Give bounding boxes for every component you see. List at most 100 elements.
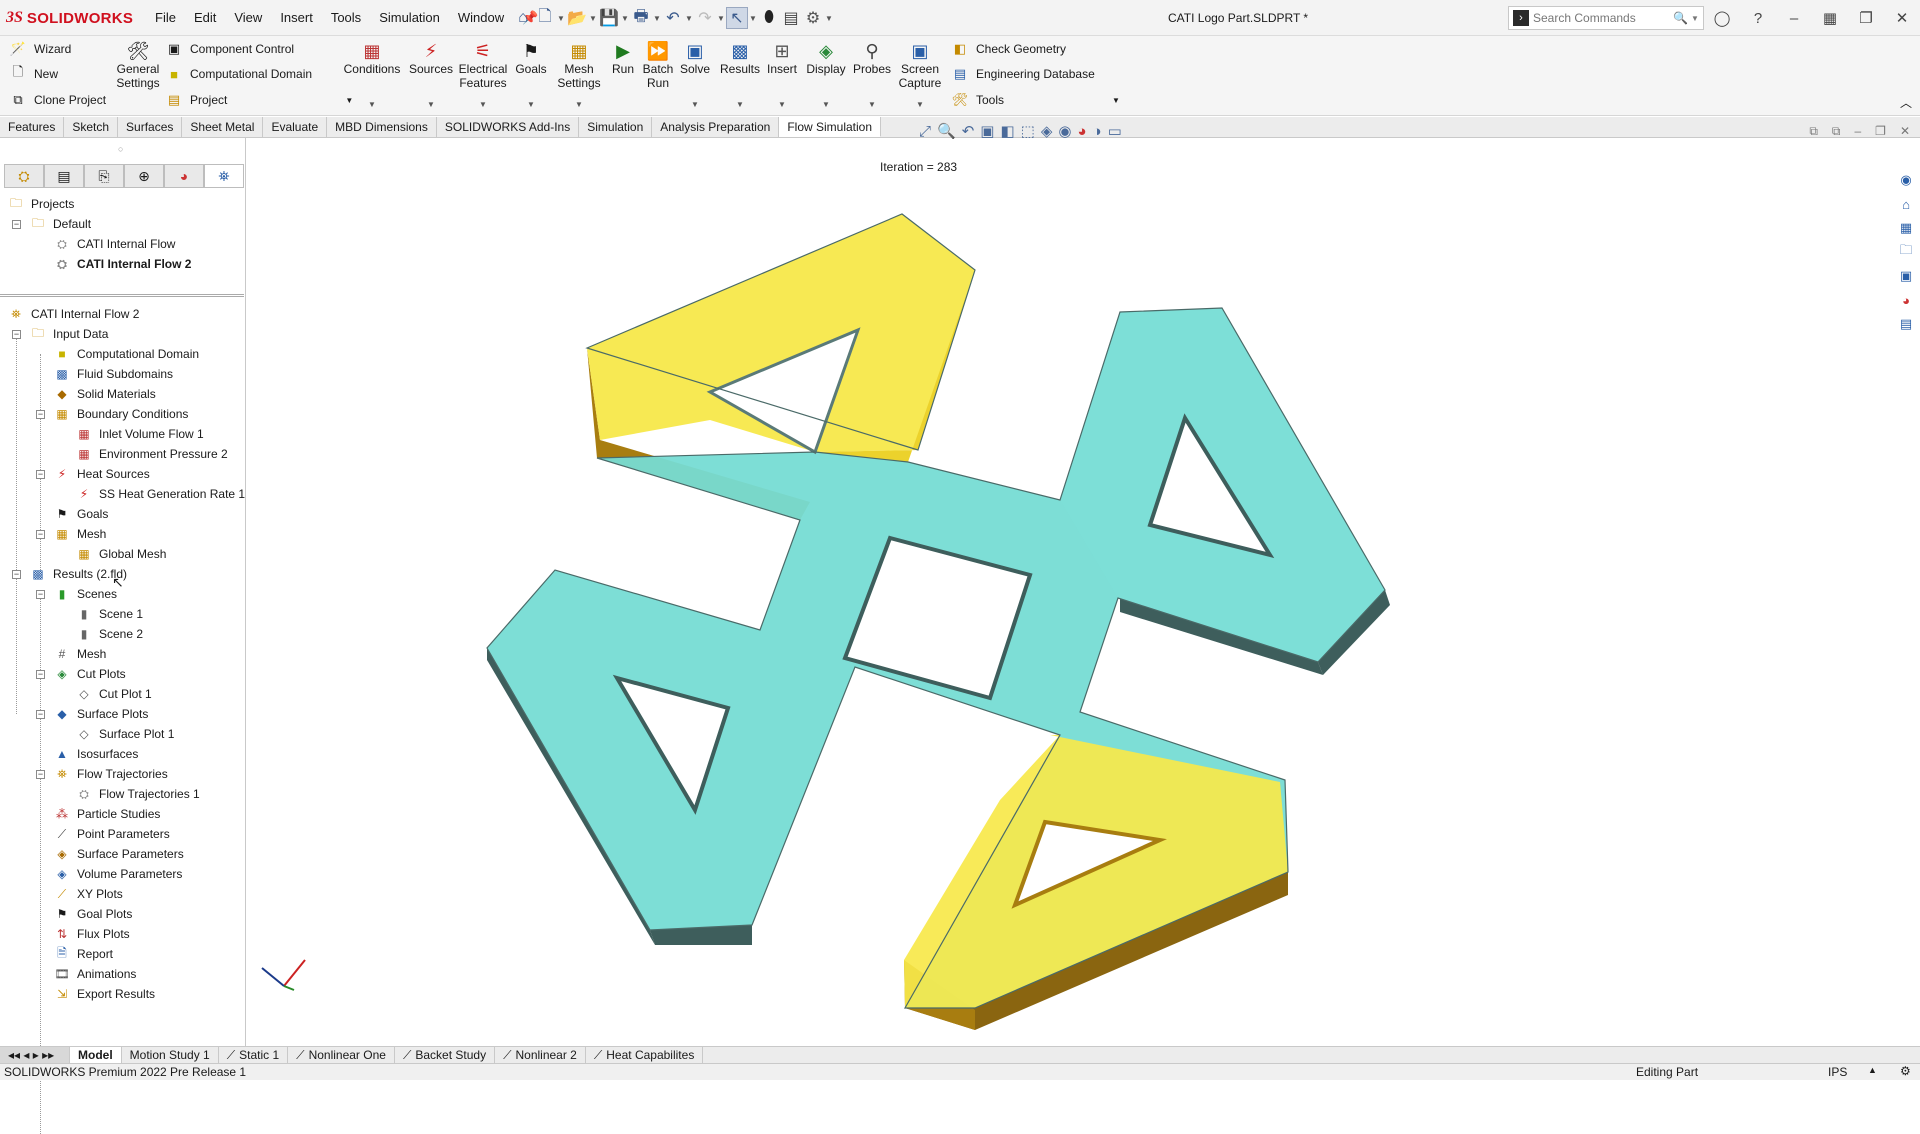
save-icon[interactable]: 💾 <box>598 7 620 29</box>
select-arrow-icon[interactable]: ↖ <box>726 7 748 29</box>
section-view-icon[interactable]: ▣ <box>980 122 994 140</box>
tree-projects[interactable]: 🗀 Projects <box>8 195 74 213</box>
tree-flux-plots[interactable]: ⇅ Flux Plots <box>54 925 130 943</box>
insert-button[interactable]: ⊞ Insert ▼ <box>764 40 800 109</box>
appearances-icon[interactable]: ◕ <box>1896 290 1916 310</box>
tree-scene-1[interactable]: ▮ Scene 1 <box>76 605 143 623</box>
chevron-down-icon[interactable]: ▼ <box>556 14 566 23</box>
undo-icon[interactable]: ↶ <box>662 7 684 29</box>
menu-tools[interactable]: Tools <box>322 10 370 26</box>
units-up-icon[interactable]: ▲ <box>1868 1065 1877 1075</box>
tab-mbd-dimensions[interactable]: MBD Dimensions <box>327 117 437 137</box>
tab-model[interactable]: Model <box>70 1047 122 1063</box>
tab-heat-capabilites[interactable]: ⟋ Heat Capabilites <box>586 1047 704 1063</box>
tab-nav-arrows[interactable]: ◂◂ ◂ ▸ ▸▸ <box>0 1047 70 1063</box>
new-document-icon[interactable]: 🗋 <box>534 7 556 29</box>
zoom-to-area-icon[interactable]: 🔍 <box>937 122 956 140</box>
redo-icon[interactable]: ↷ <box>694 7 716 29</box>
clone-project-button[interactable]: ⧉ Clone Project <box>10 92 106 108</box>
previous-view-icon[interactable]: ↶ <box>962 122 975 140</box>
tree-global-mesh[interactable]: ▦ Global Mesh <box>76 545 166 563</box>
menu-view[interactable]: View <box>225 10 271 26</box>
hide-show-items-icon[interactable]: ◉ <box>1058 122 1071 140</box>
electrical-features-button[interactable]: ⚟ Electrical Features ▼ <box>458 40 508 109</box>
tree-project-item-active[interactable]: ⛭ CATI Internal Flow 2 <box>54 255 191 273</box>
file-properties-icon[interactable]: ▤ <box>780 7 802 29</box>
menu-simulation[interactable]: Simulation <box>370 10 449 26</box>
chevron-down-icon[interactable]: ▼ <box>479 98 487 112</box>
chevron-down-icon[interactable]: ▼ <box>748 14 758 23</box>
tree-ss-heat-generation[interactable]: ⚡ SS Heat Generation Rate 1 <box>76 485 245 503</box>
tree-flow-trajectories[interactable]: ⛯ Flow Trajectories <box>54 765 168 783</box>
design-library-icon[interactable]: ▦ <box>1896 218 1916 238</box>
chevron-down-icon[interactable]: ▼ <box>824 14 834 23</box>
minimize-icon[interactable]: – <box>1776 10 1812 27</box>
open-folder-icon[interactable]: 📂 <box>566 7 588 29</box>
engineering-database-button[interactable]: ▤ Engineering Database <box>952 66 1095 82</box>
tree-environment-pressure[interactable]: ▦ Environment Pressure 2 <box>76 445 227 463</box>
panel-splitter-icon[interactable]: ○ <box>118 144 123 154</box>
tree-input-data[interactable]: 🗀 Input Data <box>30 325 108 343</box>
chevron-down-icon[interactable]: ▼ <box>345 96 353 105</box>
tab-static-1[interactable]: ⟋ Static 1 <box>219 1047 289 1063</box>
tree-scene-2[interactable]: ▮ Scene 2 <box>76 625 143 643</box>
file-explorer-icon[interactable]: 🗀 <box>1896 242 1916 262</box>
display-style-icon[interactable]: ◈ <box>1041 122 1053 140</box>
custom-properties-icon[interactable]: ▤ <box>1896 314 1916 334</box>
run-button[interactable]: ▶ Run <box>610 40 636 76</box>
tree-scenes[interactable]: ▮ Scenes <box>54 585 117 603</box>
tab-evaluate[interactable]: Evaluate <box>263 117 328 137</box>
chevron-down-icon[interactable]: ▼ <box>427 98 435 112</box>
display-manager-tab-icon[interactable]: ◕ <box>164 164 204 188</box>
solve-button[interactable]: ▣ Solve ▼ <box>680 40 710 109</box>
results-button[interactable]: ▩ Results ▼ <box>720 40 760 109</box>
chevron-down-icon[interactable]: ▼ <box>620 14 630 23</box>
component-control-button[interactable]: ▣ Component Control <box>166 41 294 57</box>
collapse-toggle-icon[interactable]: − <box>12 570 21 579</box>
tree-surface-plot-1[interactable]: ◇ Surface Plot 1 <box>76 725 174 743</box>
chevron-down-icon[interactable]: ▼ <box>916 98 924 112</box>
collapse-toggle-icon[interactable]: − <box>36 710 45 719</box>
tree-inlet-volume-flow[interactable]: ▦ Inlet Volume Flow 1 <box>76 425 203 443</box>
tree-xy-plots[interactable]: ⟋ XY Plots <box>54 885 123 903</box>
wizard-button[interactable]: 🪄 Wizard <box>10 41 71 57</box>
cati-logo-part-model[interactable] <box>247 138 1920 1046</box>
menu-file[interactable]: File <box>146 10 185 26</box>
chevron-down-icon[interactable]: ▼ <box>588 14 598 23</box>
close-icon[interactable]: ✕ <box>1884 9 1920 27</box>
viewport-close-icon[interactable]: ✕ <box>1900 124 1910 139</box>
chevron-down-icon[interactable]: ▼ <box>652 14 662 23</box>
traffic-light-icon[interactable]: ⬮ <box>758 7 780 29</box>
chevron-down-icon[interactable]: ▼ <box>368 98 376 112</box>
dimxpert-tab-icon[interactable]: ⊕ <box>124 164 164 188</box>
solidworks-resources-icon[interactable]: ◉ <box>1896 170 1916 190</box>
search-commands-box[interactable]: › Search Commands 🔍 ▼ <box>1508 6 1704 30</box>
tools-button[interactable]: 🛠 Tools ▼ <box>952 92 1120 108</box>
tree-goals[interactable]: ⚑ Goals <box>54 505 109 523</box>
chevron-down-icon[interactable]: ▼ <box>868 98 876 112</box>
tree-results-mesh[interactable]: # Mesh <box>54 645 107 663</box>
apply-scene-icon[interactable]: ◑ <box>1093 123 1102 140</box>
status-units[interactable]: IPS <box>1828 1065 1847 1079</box>
conditions-button[interactable]: ▦ Conditions ▼ <box>342 40 402 109</box>
tree-volume-parameters[interactable]: ◈ Volume Parameters <box>54 865 182 883</box>
goals-button[interactable]: ⚑ Goals ▼ <box>514 40 548 109</box>
viewport-tile-icon[interactable]: ⧉ <box>1832 124 1841 139</box>
graphics-area[interactable]: ⤢ 🔍 ↶ ▣ ◧ ⬚ ◈ ◉ ◕ ◑ ▭ ⧉ ⧉ – ❐ ✕ Iteratio… <box>247 123 1920 1046</box>
general-settings-button[interactable]: 🛠 General Settings <box>116 40 160 90</box>
zoom-to-fit-icon[interactable]: ⤢ <box>919 123 931 140</box>
view-palette-icon[interactable]: ▣ <box>1896 266 1916 286</box>
tab-solidworks-add-ins[interactable]: SOLIDWORKS Add-Ins <box>437 117 580 137</box>
tree-flow-trajectories-1[interactable]: ⛭ Flow Trajectories 1 <box>76 785 200 803</box>
tab-nonlinear-2[interactable]: ⟋ Nonlinear 2 <box>495 1047 586 1063</box>
tree-fluid-subdomains[interactable]: ▩ Fluid Subdomains <box>54 365 173 383</box>
tree-particle-studies[interactable]: ⁂ Particle Studies <box>54 805 160 823</box>
tab-surfaces[interactable]: Surfaces <box>118 117 183 137</box>
home-icon[interactable]: ⌂ <box>512 7 534 29</box>
check-geometry-button[interactable]: ◧ Check Geometry <box>952 41 1066 57</box>
batch-run-button[interactable]: ⏩ Batch Run <box>640 40 676 90</box>
tree-cut-plot-1[interactable]: ◇ Cut Plot 1 <box>76 685 151 703</box>
chevron-down-icon[interactable]: ▼ <box>691 98 699 112</box>
flow-simulation-tab-icon[interactable]: ⛯ <box>204 164 244 188</box>
probes-button[interactable]: ⚲ Probes ▼ <box>852 40 892 109</box>
